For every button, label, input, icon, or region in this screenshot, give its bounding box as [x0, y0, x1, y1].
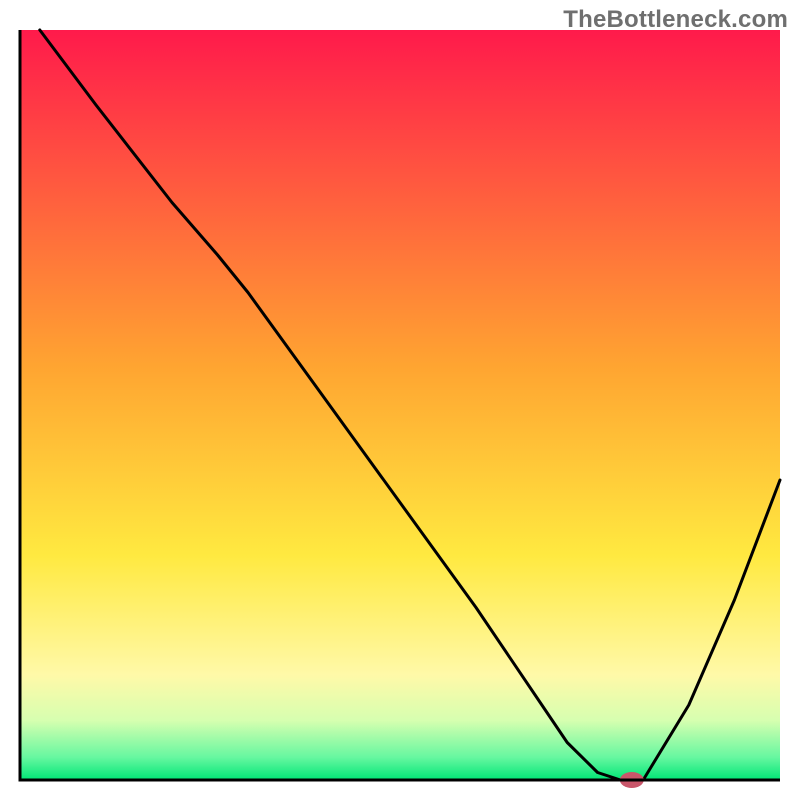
- chart-svg: [0, 0, 800, 800]
- bottleneck-chart: TheBottleneck.com: [0, 0, 800, 800]
- chart-background: [20, 30, 780, 780]
- watermark-text: TheBottleneck.com: [563, 6, 788, 34]
